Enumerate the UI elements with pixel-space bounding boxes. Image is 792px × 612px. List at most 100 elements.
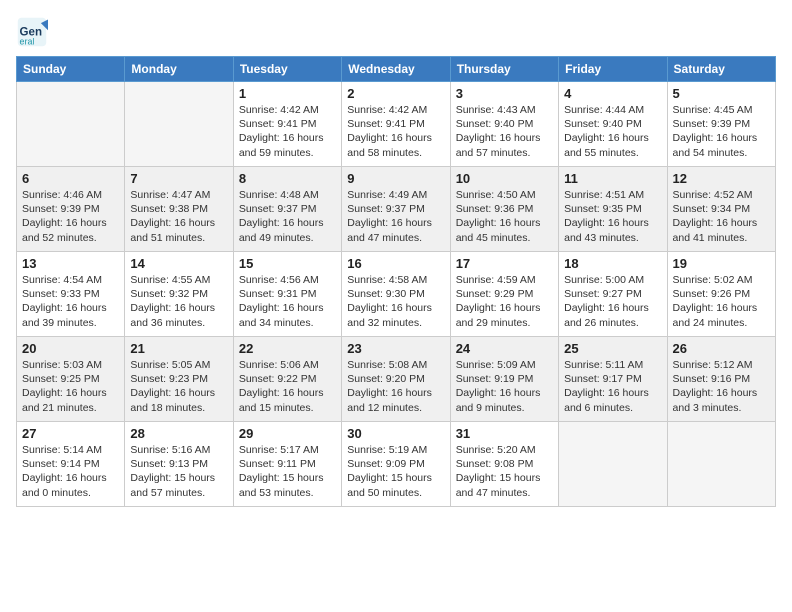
day-info: Sunrise: 4:44 AM Sunset: 9:40 PM Dayligh…: [564, 103, 661, 160]
day-info: Sunrise: 5:05 AM Sunset: 9:23 PM Dayligh…: [130, 358, 227, 415]
calendar-cell: 11 Sunrise: 4:51 AM Sunset: 9:35 PM Dayli…: [559, 167, 667, 252]
calendar-header-row: SundayMondayTuesdayWednesdayThursdayFrid…: [17, 57, 776, 82]
day-info: Sunrise: 5:20 AM Sunset: 9:08 PM Dayligh…: [456, 443, 553, 500]
calendar-cell: 7Sunrise: 4:47 AM Sunset: 9:38 PM Daylig…: [125, 167, 233, 252]
calendar-cell: 31 Sunrise: 5:20 AM Sunset: 9:08 PM Dayli…: [450, 422, 558, 507]
calendar-cell: 27 Sunrise: 5:14 AM Sunset: 9:14 PM Dayli…: [17, 422, 125, 507]
day-number: 2: [347, 86, 444, 101]
calendar-cell: 29Sunrise: 5:17 AM Sunset: 9:11 PM Dayli…: [233, 422, 341, 507]
day-info: Sunrise: 4:46 AM Sunset: 9:39 PM Dayligh…: [22, 188, 119, 245]
day-number: 15: [239, 256, 336, 271]
day-info: Sunrise: 5:16 AM Sunset: 9:13 PM Dayligh…: [130, 443, 227, 500]
day-header-saturday: Saturday: [667, 57, 775, 82]
calendar-cell: 3 Sunrise: 4:43 AM Sunset: 9:40 PM Daylig…: [450, 82, 558, 167]
day-number: 26: [673, 341, 770, 356]
calendar-cell: 13 Sunrise: 4:54 AM Sunset: 9:33 PM Dayli…: [17, 252, 125, 337]
day-info: Sunrise: 5:14 AM Sunset: 9:14 PM Dayligh…: [22, 443, 119, 500]
calendar-week-row: 20 Sunrise: 5:03 AM Sunset: 9:25 PM Dayli…: [17, 337, 776, 422]
calendar-cell: 12 Sunrise: 4:52 AM Sunset: 9:34 PM Dayli…: [667, 167, 775, 252]
calendar-cell: 22 Sunrise: 5:06 AM Sunset: 9:22 PM Dayli…: [233, 337, 341, 422]
calendar-cell: [125, 82, 233, 167]
day-info: Sunrise: 5:09 AM Sunset: 9:19 PM Dayligh…: [456, 358, 553, 415]
calendar-cell: 8 Sunrise: 4:48 AM Sunset: 9:37 PM Daylig…: [233, 167, 341, 252]
day-number: 20: [22, 341, 119, 356]
calendar-cell: 15 Sunrise: 4:56 AM Sunset: 9:31 PM Dayli…: [233, 252, 341, 337]
day-info: Sunrise: 5:19 AM Sunset: 9:09 PM Dayligh…: [347, 443, 444, 500]
calendar-cell: 6 Sunrise: 4:46 AM Sunset: 9:39 PM Daylig…: [17, 167, 125, 252]
day-number: 1: [239, 86, 336, 101]
calendar-cell: 10Sunrise: 4:50 AM Sunset: 9:36 PM Dayli…: [450, 167, 558, 252]
day-header-tuesday: Tuesday: [233, 57, 341, 82]
calendar-week-row: 6 Sunrise: 4:46 AM Sunset: 9:39 PM Daylig…: [17, 167, 776, 252]
day-number: 19: [673, 256, 770, 271]
day-header-friday: Friday: [559, 57, 667, 82]
day-info: Sunrise: 4:42 AM Sunset: 9:41 PM Dayligh…: [239, 103, 336, 160]
day-number: 17: [456, 256, 553, 271]
calendar-cell: [559, 422, 667, 507]
calendar-cell: 19Sunrise: 5:02 AM Sunset: 9:26 PM Dayli…: [667, 252, 775, 337]
day-info: Sunrise: 4:51 AM Sunset: 9:35 PM Dayligh…: [564, 188, 661, 245]
calendar-cell: 9Sunrise: 4:49 AM Sunset: 9:37 PM Daylig…: [342, 167, 450, 252]
calendar-cell: 26 Sunrise: 5:12 AM Sunset: 9:16 PM Dayli…: [667, 337, 775, 422]
day-number: 4: [564, 86, 661, 101]
calendar-cell: 17 Sunrise: 4:59 AM Sunset: 9:29 PM Dayli…: [450, 252, 558, 337]
day-info: Sunrise: 4:54 AM Sunset: 9:33 PM Dayligh…: [22, 273, 119, 330]
calendar-cell: 16Sunrise: 4:58 AM Sunset: 9:30 PM Dayli…: [342, 252, 450, 337]
day-number: 28: [130, 426, 227, 441]
day-number: 14: [130, 256, 227, 271]
day-info: Sunrise: 4:52 AM Sunset: 9:34 PM Dayligh…: [673, 188, 770, 245]
calendar-cell: 28 Sunrise: 5:16 AM Sunset: 9:13 PM Dayli…: [125, 422, 233, 507]
day-number: 31: [456, 426, 553, 441]
day-number: 29: [239, 426, 336, 441]
day-info: Sunrise: 4:50 AM Sunset: 9:36 PM Dayligh…: [456, 188, 553, 245]
page-header: Gen eral: [16, 16, 776, 48]
day-info: Sunrise: 5:00 AM Sunset: 9:27 PM Dayligh…: [564, 273, 661, 330]
day-number: 5: [673, 86, 770, 101]
day-info: Sunrise: 4:55 AM Sunset: 9:32 PM Dayligh…: [130, 273, 227, 330]
day-info: Sunrise: 5:03 AM Sunset: 9:25 PM Dayligh…: [22, 358, 119, 415]
calendar-cell: [667, 422, 775, 507]
day-info: Sunrise: 5:11 AM Sunset: 9:17 PM Dayligh…: [564, 358, 661, 415]
day-info: Sunrise: 4:43 AM Sunset: 9:40 PM Dayligh…: [456, 103, 553, 160]
day-number: 6: [22, 171, 119, 186]
calendar-cell: 30Sunrise: 5:19 AM Sunset: 9:09 PM Dayli…: [342, 422, 450, 507]
day-number: 13: [22, 256, 119, 271]
calendar-cell: 14 Sunrise: 4:55 AM Sunset: 9:32 PM Dayli…: [125, 252, 233, 337]
day-number: 25: [564, 341, 661, 356]
calendar-cell: 24 Sunrise: 5:09 AM Sunset: 9:19 PM Dayli…: [450, 337, 558, 422]
day-number: 8: [239, 171, 336, 186]
day-info: Sunrise: 5:12 AM Sunset: 9:16 PM Dayligh…: [673, 358, 770, 415]
day-number: 3: [456, 86, 553, 101]
day-number: 12: [673, 171, 770, 186]
day-info: Sunrise: 5:06 AM Sunset: 9:22 PM Dayligh…: [239, 358, 336, 415]
day-header-thursday: Thursday: [450, 57, 558, 82]
calendar-cell: 1 Sunrise: 4:42 AM Sunset: 9:41 PM Daylig…: [233, 82, 341, 167]
day-info: Sunrise: 4:48 AM Sunset: 9:37 PM Dayligh…: [239, 188, 336, 245]
calendar-cell: [17, 82, 125, 167]
logo: Gen eral: [16, 16, 52, 48]
day-header-wednesday: Wednesday: [342, 57, 450, 82]
calendar-cell: 5 Sunrise: 4:45 AM Sunset: 9:39 PM Daylig…: [667, 82, 775, 167]
day-number: 27: [22, 426, 119, 441]
day-info: Sunrise: 4:58 AM Sunset: 9:30 PM Dayligh…: [347, 273, 444, 330]
day-info: Sunrise: 4:45 AM Sunset: 9:39 PM Dayligh…: [673, 103, 770, 160]
day-info: Sunrise: 4:42 AM Sunset: 9:41 PM Dayligh…: [347, 103, 444, 160]
logo-icon: Gen eral: [16, 16, 48, 48]
calendar-cell: 4 Sunrise: 4:44 AM Sunset: 9:40 PM Daylig…: [559, 82, 667, 167]
day-header-sunday: Sunday: [17, 57, 125, 82]
day-number: 11: [564, 171, 661, 186]
calendar-week-row: 27 Sunrise: 5:14 AM Sunset: 9:14 PM Dayli…: [17, 422, 776, 507]
day-info: Sunrise: 5:08 AM Sunset: 9:20 PM Dayligh…: [347, 358, 444, 415]
day-info: Sunrise: 4:56 AM Sunset: 9:31 PM Dayligh…: [239, 273, 336, 330]
calendar-cell: 20 Sunrise: 5:03 AM Sunset: 9:25 PM Dayli…: [17, 337, 125, 422]
calendar-cell: 25 Sunrise: 5:11 AM Sunset: 9:17 PM Dayli…: [559, 337, 667, 422]
calendar-week-row: 13 Sunrise: 4:54 AM Sunset: 9:33 PM Dayli…: [17, 252, 776, 337]
calendar-cell: 23Sunrise: 5:08 AM Sunset: 9:20 PM Dayli…: [342, 337, 450, 422]
day-number: 22: [239, 341, 336, 356]
day-info: Sunrise: 4:59 AM Sunset: 9:29 PM Dayligh…: [456, 273, 553, 330]
svg-text:eral: eral: [20, 36, 35, 46]
calendar-table: SundayMondayTuesdayWednesdayThursdayFrid…: [16, 56, 776, 507]
calendar-cell: 21Sunrise: 5:05 AM Sunset: 9:23 PM Dayli…: [125, 337, 233, 422]
calendar-cell: 18Sunrise: 5:00 AM Sunset: 9:27 PM Dayli…: [559, 252, 667, 337]
day-number: 24: [456, 341, 553, 356]
